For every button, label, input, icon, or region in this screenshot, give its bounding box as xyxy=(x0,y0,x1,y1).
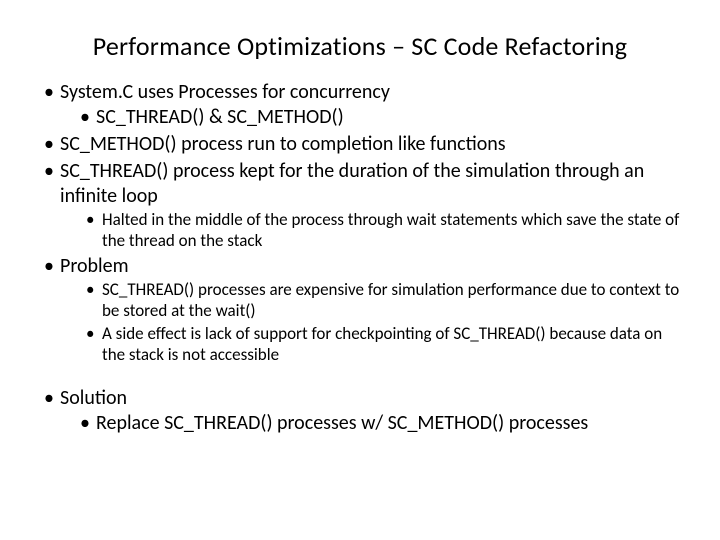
slide-title: Performance Optimizations – SC Code Refa… xyxy=(36,30,684,62)
bullet-list: Solution Replace SC_THREAD() processes w… xyxy=(60,386,684,436)
spacer xyxy=(36,368,684,386)
bullet-text: Replace SC_THREAD() processes w/ SC_METH… xyxy=(96,411,588,435)
bullet-item: SC_THREAD() process kept for the duratio… xyxy=(60,159,684,252)
bullet-text: A side effect is lack of support for che… xyxy=(102,323,662,365)
bullet-text: Problem xyxy=(60,254,129,278)
bullet-item: Problem SC_THREAD() processes are expens… xyxy=(60,254,684,366)
bullet-text: System.C uses Processes for concurrency xyxy=(60,80,390,104)
bullet-text: SC_THREAD() process kept for the duratio… xyxy=(60,159,644,208)
sub-list: SC_THREAD() processes are expensive for … xyxy=(102,279,684,366)
bullet-text: SC_THREAD() processes are expensive for … xyxy=(102,279,679,321)
bullet-item: Replace SC_THREAD() processes w/ SC_METH… xyxy=(96,411,684,436)
sub-list: Replace SC_THREAD() processes w/ SC_METH… xyxy=(96,411,684,436)
bullet-item: SC_THREAD() processes are expensive for … xyxy=(102,279,684,322)
bullet-item: System.C uses Processes for concurrency … xyxy=(60,80,684,130)
bullet-item: SC_THREAD() & SC_METHOD() xyxy=(96,105,684,130)
bullet-item: A side effect is lack of support for che… xyxy=(102,323,684,366)
bullet-text: SC_METHOD() process run to completion li… xyxy=(60,132,506,156)
bullet-text: Halted in the middle of the process thro… xyxy=(102,209,679,251)
sub-list: SC_THREAD() & SC_METHOD() xyxy=(96,105,684,130)
bullet-item: Halted in the middle of the process thro… xyxy=(102,209,684,252)
bullet-text: SC_THREAD() & SC_METHOD() xyxy=(96,105,344,129)
slide: Performance Optimizations – SC Code Refa… xyxy=(0,0,720,540)
bullet-item: SC_METHOD() process run to completion li… xyxy=(60,132,684,157)
bullet-list: System.C uses Processes for concurrency … xyxy=(60,80,684,366)
bullet-item: Solution Replace SC_THREAD() processes w… xyxy=(60,386,684,436)
bullet-text: Solution xyxy=(60,386,127,410)
sub-list: Halted in the middle of the process thro… xyxy=(102,209,684,252)
